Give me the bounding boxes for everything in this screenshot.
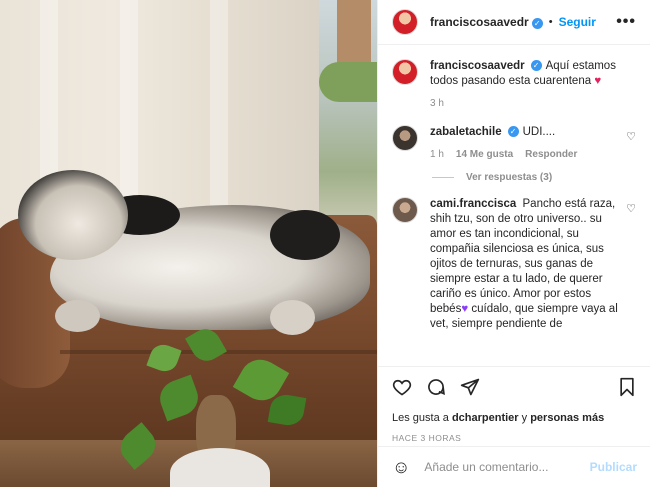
separator-dot: • <box>548 16 553 28</box>
post-actions: Les gusta a dcharpentier y personas más … <box>378 366 650 443</box>
post-panel: franciscosaavedr ✓ • Seguir ••• francisco… <box>377 0 650 487</box>
view-replies[interactable]: Ver respuestas (3) <box>432 172 636 183</box>
author-username[interactable]: franciscosaavedr <box>430 15 529 29</box>
post-comment-button[interactable]: Publicar <box>590 460 637 474</box>
avatar[interactable] <box>392 9 418 35</box>
comment-meta: 1 h 14 Me gusta Responder <box>430 147 620 162</box>
caption-time[interactable]: 3 h <box>430 96 444 111</box>
caption-body: franciscosaavedr ✓ Aquí estamos todos pasa… <box>430 59 636 111</box>
caption: franciscosaavedr ✓ Aquí estamos todos pasa… <box>392 59 636 111</box>
comment-body: cami.franccisca Pancho está raza, shih t… <box>430 197 620 332</box>
building <box>337 0 371 70</box>
comment-icon[interactable] <box>426 377 446 401</box>
share-icon[interactable] <box>460 377 480 401</box>
heart-emoji-icon: ♥ <box>594 75 602 87</box>
more-options-icon[interactable]: ••• <box>616 13 636 31</box>
follow-button[interactable]: Seguir <box>559 15 596 29</box>
likes-summary: Les gusta a dcharpentier y personas más <box>392 412 637 424</box>
likes-prefix: Les gusta a <box>392 412 452 424</box>
like-icon[interactable] <box>392 377 412 401</box>
comment-text: Pancho está raza, shih tzu, son de otro … <box>430 198 616 315</box>
post-timestamp[interactable]: HACE 3 HORAS <box>392 433 637 443</box>
like-comment-icon[interactable]: ♡ <box>626 130 636 143</box>
author-info: franciscosaavedr ✓ <box>430 15 543 29</box>
likes-others[interactable]: personas más <box>530 412 604 424</box>
verified-icon: ✓ <box>530 60 542 72</box>
dog-paw <box>270 300 315 335</box>
caption-meta: 3 h <box>430 96 636 111</box>
add-comment-bar: ☺ Publicar <box>378 446 650 487</box>
caption-username[interactable]: franciscosaavedr <box>430 60 525 72</box>
post-header: franciscosaavedr ✓ • Seguir ••• <box>378 0 650 45</box>
likes-mid: y <box>518 412 531 424</box>
avatar[interactable] <box>392 125 418 151</box>
dog-patch <box>270 210 340 260</box>
comments-list: franciscosaavedr ✓ Aquí estamos todos pasa… <box>378 45 650 367</box>
avatar[interactable] <box>392 197 418 223</box>
dog-paw <box>55 300 100 332</box>
replies-line <box>432 177 454 178</box>
comment-body: zabaletachile ✓ UDI.... 1 h 14 Me gusta Re… <box>430 125 620 162</box>
like-comment-icon[interactable]: ♡ <box>626 202 636 215</box>
post-photo[interactable] <box>0 0 377 487</box>
reply-button[interactable]: Responder <box>525 147 577 162</box>
comment-input[interactable] <box>424 460 590 474</box>
likes-user[interactable]: dcharpentier <box>452 412 519 424</box>
comment-text: UDI.... <box>522 126 556 138</box>
comment-username[interactable]: cami.franccisca <box>430 198 516 210</box>
view-replies-label: Ver respuestas (3) <box>466 172 553 183</box>
bookmark-icon[interactable] <box>617 377 637 401</box>
comment-likes[interactable]: 14 Me gusta <box>456 147 513 162</box>
emoji-icon[interactable]: ☺ <box>392 457 410 478</box>
verified-icon: ✓ <box>507 126 519 138</box>
avatar[interactable] <box>392 59 418 85</box>
comment-item: zabaletachile ✓ UDI.... 1 h 14 Me gusta Re… <box>392 125 636 162</box>
comment-username[interactable]: zabaletachile <box>430 126 502 138</box>
action-icons <box>392 377 637 401</box>
dog-head <box>18 170 128 260</box>
tree <box>319 62 377 102</box>
comment-time[interactable]: 1 h <box>430 147 444 162</box>
comment-item: cami.franccisca Pancho está raza, shih t… <box>392 197 636 332</box>
verified-icon: ✓ <box>531 17 543 29</box>
